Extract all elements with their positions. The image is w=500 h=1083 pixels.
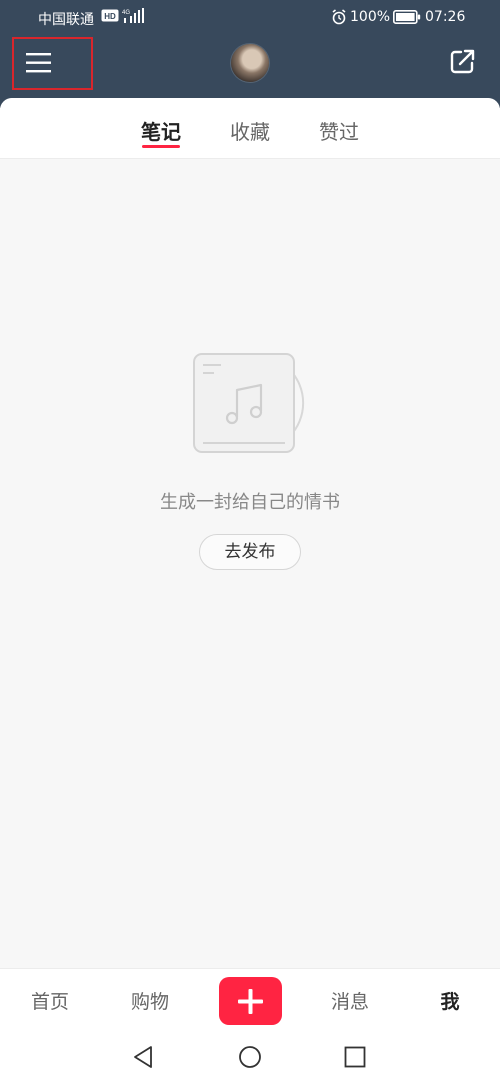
profile-avatar[interactable]: [231, 44, 269, 82]
app-header: 中国联通 HD 4G 100% 07:26: [0, 0, 500, 108]
profile-content: 笔记 收藏 赞过 生成一封给自己的情书 去发布: [0, 98, 500, 968]
battery-percent: 100%: [350, 9, 391, 25]
empty-state-message: 生成一封给自己的情书: [160, 492, 340, 513]
battery-icon: [393, 10, 421, 24]
network-type-text: 4G: [122, 10, 130, 16]
plus-icon: [238, 989, 263, 1014]
menu-button[interactable]: [12, 37, 93, 90]
carrier-name: 中国联通: [38, 12, 94, 28]
nav-me[interactable]: 我: [420, 987, 480, 1014]
profile-tabs: 笔记 收藏 赞过: [0, 98, 500, 159]
system-navigation-bar: [0, 1030, 500, 1083]
nav-shopping[interactable]: 购物: [120, 987, 180, 1014]
tab-notes[interactable]: 笔记: [131, 116, 191, 145]
status-time: 07:26: [425, 9, 466, 25]
create-post-button[interactable]: [219, 977, 282, 1025]
hamburger-menu-icon: [26, 53, 51, 73]
active-tab-indicator: [142, 145, 180, 148]
status-bar: 中国联通 HD 4G 100% 07:26: [0, 0, 500, 34]
signal-icon: 4G: [122, 8, 144, 23]
music-note-record-icon: [193, 353, 305, 453]
share-external-icon[interactable]: [447, 47, 477, 77]
nav-messages[interactable]: 消息: [320, 987, 380, 1014]
back-triangle-icon[interactable]: [131, 1045, 155, 1069]
recent-square-icon[interactable]: [344, 1046, 366, 1068]
hd-badge-text: HD: [104, 12, 116, 21]
publish-button[interactable]: 去发布: [199, 534, 301, 570]
bottom-navigation: 首页 购物 消息 我: [0, 968, 500, 1031]
tab-liked[interactable]: 赞过: [309, 116, 369, 145]
hd-icon: HD: [101, 9, 119, 22]
tab-collections[interactable]: 收藏: [220, 116, 280, 145]
alarm-icon: [332, 9, 346, 25]
nav-home[interactable]: 首页: [20, 987, 80, 1014]
home-circle-icon[interactable]: [238, 1045, 262, 1069]
